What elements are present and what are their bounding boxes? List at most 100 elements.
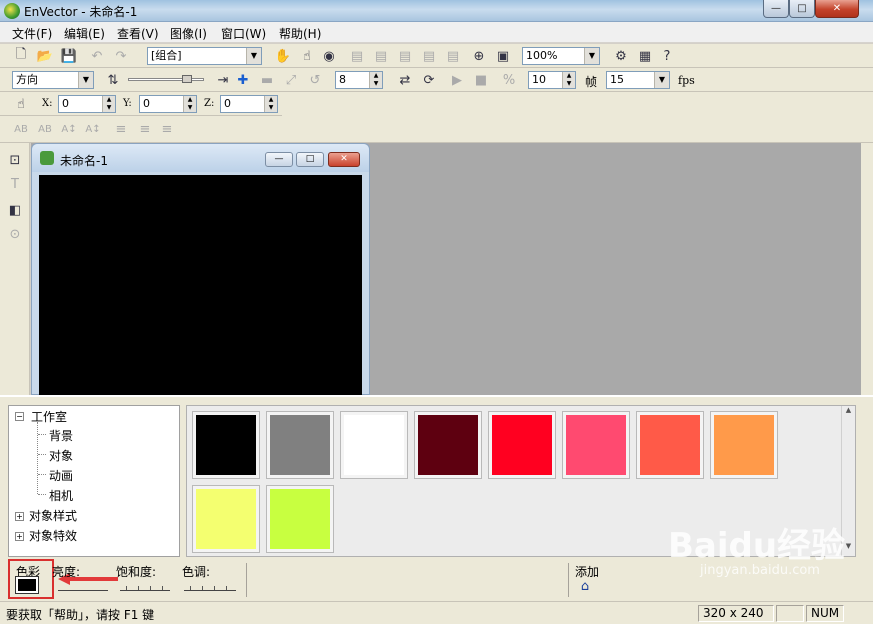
hue-slider[interactable] [184,583,236,591]
tree-item-camera[interactable]: 相机 [49,487,73,504]
color-swatch[interactable] [414,411,482,479]
y-spinner[interactable]: 0 ▲ ▼ [139,95,197,113]
color-swatch[interactable] [488,411,556,479]
align-icon-3[interactable]: ▤ [396,47,414,65]
align-right-icon[interactable]: ≡ [158,120,176,138]
zoom-tool-icon[interactable]: ⊙ [6,225,24,243]
save-icon[interactable]: 💾 [60,47,78,65]
color-swatch[interactable] [340,411,408,479]
spin-arrows[interactable]: ▲ ▼ [183,96,196,112]
color-swatch[interactable] [192,411,260,479]
direction-slider-thumb[interactable] [182,75,192,83]
drawing-canvas[interactable] [39,175,362,396]
new-file-icon[interactable]: 🗋 [12,47,30,65]
import-icon[interactable]: ⊡ [6,151,24,169]
redo-icon[interactable]: ↷ [112,47,130,65]
watermark-logo: Baidu经验 [668,526,846,566]
animation-toolbar: 方向 ▼ ⇅ ⇥ ✚ ▬ ⤢ ↺ 8 ▲ ▼ ⇄ ⟳ ▶ ■ % 10 ▲ ▼ 帧 … [0,68,873,92]
text-spacing-icon-1[interactable]: AB [12,120,30,138]
align-icon-4[interactable]: ▤ [420,47,438,65]
saturation-slider[interactable] [120,583,170,591]
remove-key-icon[interactable]: ▬ [258,71,276,89]
menu-window[interactable]: 窗口(W) [221,25,266,42]
text-tool-icon[interactable]: T [6,175,24,193]
zoom-combo[interactable]: 100% ▼ [522,47,600,65]
scale-key-icon[interactable]: ⤢ [282,71,300,89]
color-swatch[interactable] [562,411,630,479]
color-swatch[interactable] [266,485,334,553]
color-swatch[interactable] [710,411,778,479]
saturation-label: 饱和度: [116,565,157,579]
open-folder-icon[interactable]: 📂 [36,47,54,65]
menu-view[interactable]: 查看(V) [117,25,159,42]
text-spacing-icon-3[interactable]: A↕ [60,120,78,138]
direction-slider[interactable] [128,78,204,81]
repeat-icon[interactable]: ⇄ [396,71,414,89]
context-help-icon[interactable]: ? [658,47,676,65]
add-key-icon[interactable]: ✚ [234,71,252,89]
percent-icon[interactable]: % [500,71,518,89]
tree-item-animation[interactable]: 动画 [49,467,73,484]
menu-image[interactable]: 图像(I) [170,25,207,42]
color-swatch[interactable] [266,411,334,479]
fps-combo[interactable]: 15 ▼ [606,71,670,89]
group-combo[interactable]: [组合] ▼ [147,47,262,65]
doc-close-button[interactable]: ✕ [328,152,360,167]
expand-icon[interactable]: + [15,532,24,541]
x-spinner[interactable]: 0 ▲ ▼ [58,95,116,113]
fps-combo-value: 15 [610,73,624,86]
render-icon[interactable]: ⚙ [612,47,630,65]
move-arrows-icon[interactable]: ⇅ [104,71,122,89]
align-center-icon[interactable]: ≡ [136,120,154,138]
undo-icon[interactable]: ↶ [88,47,106,65]
spin-arrows[interactable]: ▲ ▼ [102,96,115,112]
align-left-icon[interactable]: ≡ [112,120,130,138]
z-spinner[interactable]: 0 ▲ ▼ [220,95,278,113]
spin-arrows[interactable]: ▲ ▼ [264,96,277,112]
properties-icon[interactable]: ▣ [494,47,512,65]
text-spacing-icon-2[interactable]: AB [36,120,54,138]
expand-icon[interactable]: + [15,512,24,521]
play-icon[interactable]: ▶ [448,71,466,89]
step-forward-icon[interactable]: ⇥ [214,71,232,89]
x-label: X: [42,98,53,109]
collapse-icon[interactable]: − [15,412,24,421]
menu-edit[interactable]: 编辑(E) [64,25,105,42]
rotate-icon[interactable]: ⟳ [420,71,438,89]
globe-icon[interactable]: ⊕ [470,47,488,65]
menu-file[interactable]: 文件(F) [12,25,52,42]
menu-help[interactable]: 帮助(H) [279,25,321,42]
shape-tool-icon[interactable]: ◧ [6,201,24,219]
spin-arrows[interactable]: ▲ ▼ [369,72,382,88]
hand-icon[interactable]: ✋ [274,47,292,65]
export-icon[interactable]: ▦ [636,47,654,65]
direction-combo[interactable]: 方向 ▼ [12,71,94,89]
loop-back-icon[interactable]: ↺ [306,71,324,89]
spin-arrows[interactable]: ▲ ▼ [562,72,575,88]
color-swatch[interactable] [636,411,704,479]
tree-item-object-styles[interactable]: 对象样式 [29,507,77,524]
align-icon-2[interactable]: ▤ [372,47,390,65]
tree-item-object-effects[interactable]: 对象特效 [29,527,77,544]
select-hand-icon[interactable]: ☝ [298,47,316,65]
step-spinner[interactable]: 8 ▲ ▼ [335,71,383,89]
brightness-slider[interactable] [58,583,108,591]
frames-spinner[interactable]: 10 ▲ ▼ [528,71,576,89]
pointer-hand-icon[interactable]: ☝ [12,95,30,113]
doc-maximize-button[interactable]: □ [296,152,324,167]
maximize-button[interactable]: □ [789,0,815,18]
current-color-chip[interactable] [15,576,39,594]
focus-icon[interactable]: ◉ [320,47,338,65]
minimize-button[interactable]: — [763,0,789,18]
doc-minimize-button[interactable]: — [265,152,293,167]
color-swatch[interactable] [192,485,260,553]
align-icon-1[interactable]: ▤ [348,47,366,65]
workspace-scrollbar[interactable] [861,143,873,395]
add-color-icon[interactable]: ⌂ [576,577,594,595]
tree-item-background[interactable]: 背景 [49,427,73,444]
text-spacing-icon-4[interactable]: A↕ [84,120,102,138]
stop-icon[interactable]: ■ [472,71,490,89]
close-button[interactable]: ✕ [815,0,859,18]
tree-item-object[interactable]: 对象 [49,447,73,464]
align-icon-5[interactable]: ▤ [444,47,462,65]
